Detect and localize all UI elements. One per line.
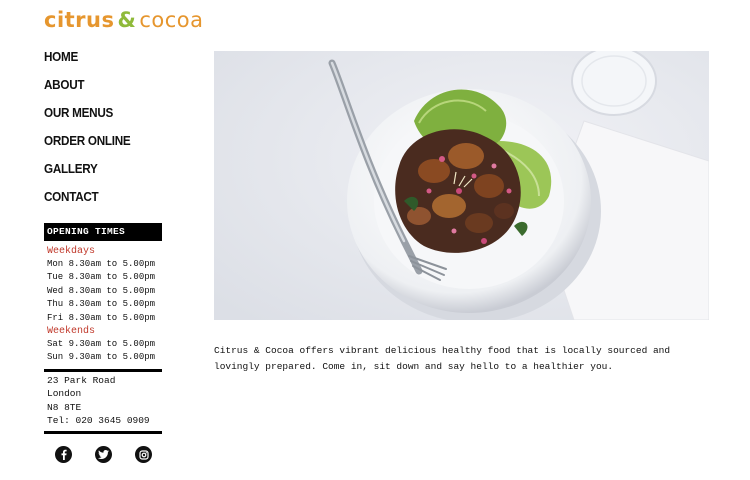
hero-food-photo bbox=[214, 51, 709, 320]
opening-times-title: OPENING TIMES bbox=[44, 223, 162, 241]
instagram-icon[interactable] bbox=[135, 446, 152, 463]
logo-ampersand: & bbox=[117, 8, 137, 32]
hours-row: Mon 8.30am to 5.00pm bbox=[47, 259, 156, 269]
main-nav: HOME ABOUT OUR MENUS ORDER ONLINE GALLER… bbox=[44, 48, 194, 216]
address-line: N8 8TE bbox=[47, 401, 82, 413]
nav-item-order-online[interactable]: ORDER ONLINE bbox=[44, 132, 179, 160]
brand-logo[interactable]: citrus & cocoa bbox=[44, 5, 204, 31]
divider bbox=[44, 368, 162, 372]
address-block: 23 Park Road London N8 8TE Tel: 020 3645… bbox=[44, 374, 162, 434]
hours-row: Tue 8.30am to 5.00pm bbox=[47, 272, 156, 283]
weekends-label: Weekends bbox=[47, 325, 96, 337]
hours-row: Wed 8.30am to 5.00pm bbox=[47, 285, 156, 296]
phone-number[interactable]: Tel: 020 3645 0909 bbox=[44, 414, 162, 427]
nav-item-gallery[interactable]: GALLERY bbox=[44, 160, 179, 188]
nav-item-about[interactable]: ABOUT bbox=[44, 76, 179, 104]
hours-row: Sun 9.30am to 5.00pm bbox=[47, 352, 156, 363]
address-line: London bbox=[47, 388, 82, 400]
hours-row: Sat 9.30am to 5.00pm bbox=[47, 338, 156, 349]
nav-item-contact[interactable]: CONTACT bbox=[44, 188, 179, 216]
address-line: 23 Park Road bbox=[47, 375, 116, 386]
logo-citrus-text: citrus bbox=[44, 8, 115, 32]
opening-times-panel: OPENING TIMES Weekdays Mon 8.30am to 5.0… bbox=[44, 223, 162, 372]
nav-item-our-menus[interactable]: OUR MENUS bbox=[44, 104, 179, 132]
hours-row: Thu 8.30am to 5.00pm bbox=[47, 299, 156, 310]
hours-row: Fri 8.30am to 5.00pm bbox=[47, 312, 156, 323]
nav-item-home[interactable]: HOME bbox=[44, 48, 179, 76]
twitter-icon[interactable] bbox=[95, 446, 112, 463]
weekdays-label: Weekdays bbox=[47, 246, 96, 257]
facebook-icon[interactable] bbox=[55, 446, 72, 463]
logo-cocoa-text: cocoa bbox=[139, 8, 204, 32]
divider bbox=[44, 430, 162, 434]
social-links bbox=[55, 446, 152, 463]
intro-text: Citrus & Cocoa offers vibrant delicious … bbox=[214, 344, 671, 372]
